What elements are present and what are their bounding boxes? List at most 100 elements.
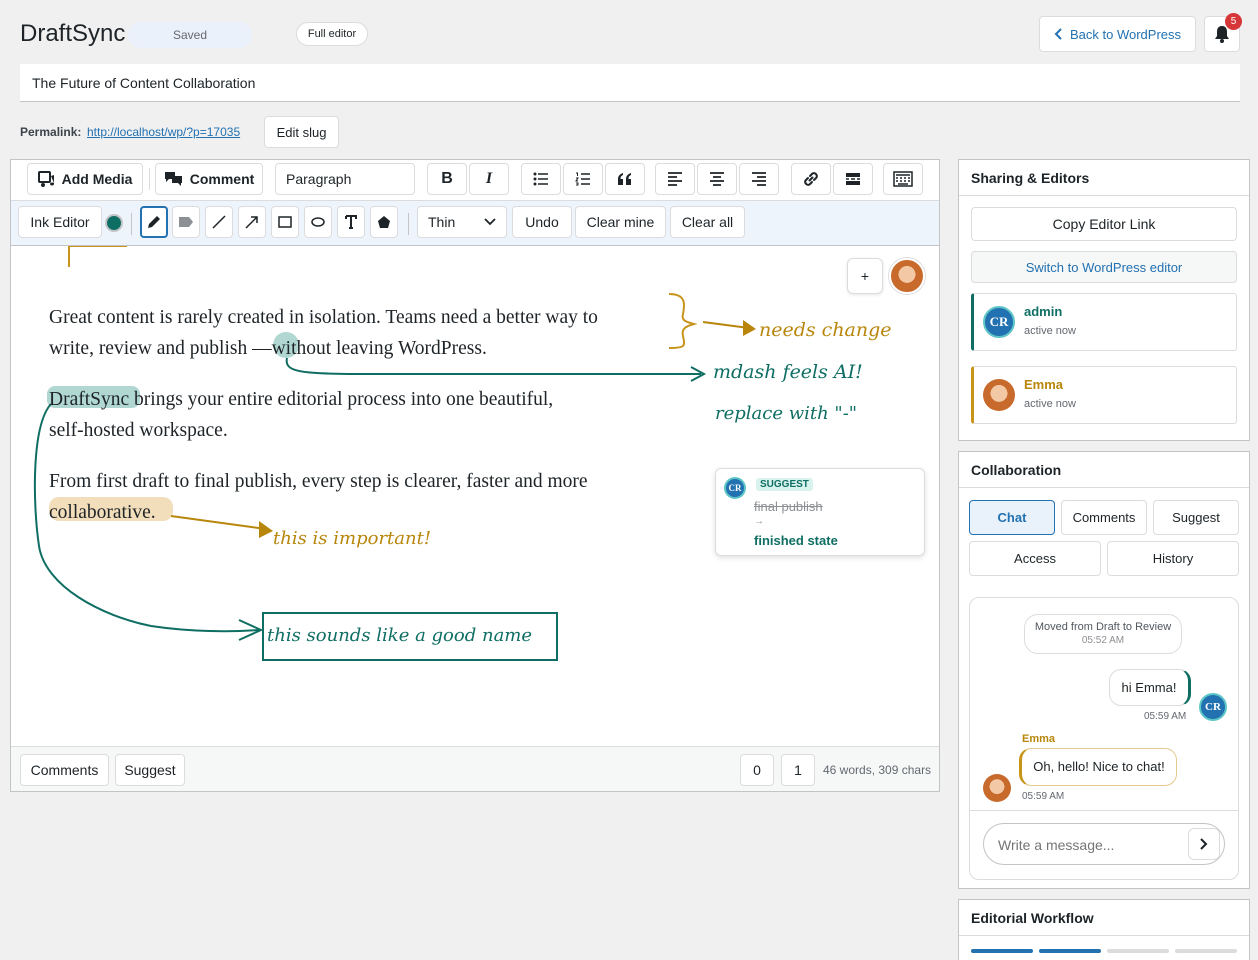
align-right-icon [751,172,767,186]
suggest-count-button[interactable]: 1 [781,754,815,786]
bold-button[interactable]: B [427,163,467,195]
switch-to-wordpress-editor-button[interactable]: Switch to WordPress editor [971,251,1237,283]
pen-tool-button[interactable] [140,206,168,238]
clear-mine-button[interactable]: Clear mine [575,206,666,238]
suggest-old-text: final publish [754,499,823,514]
workflow-step [971,949,1033,953]
workflow-panel-title: Editorial Workflow [959,900,1249,936]
word-count: 46 words, 309 chars [823,763,932,777]
post-title-input[interactable]: The Future of Content Collaboration [20,64,1240,102]
clear-all-button[interactable]: Clear all [670,206,745,238]
paragraph-3: From first draft to final publish, every… [49,466,689,528]
paragraph-1-text-a: write, review and publish [49,338,248,359]
media-icon [37,170,56,188]
add-media-label: Add Media [61,171,133,187]
system-message-text: Moved from Draft to Review [1034,621,1172,633]
paragraph-2: DraftSync brings your entire editorial p… [49,384,689,446]
notification-count-badge: 5 [1225,13,1242,30]
workflow-panel: Editorial Workflow [958,899,1250,960]
chat-box: Moved from Draft to Review 05:52 AM hi E… [969,597,1239,880]
paragraph-1-line-1: Great content is rarely created in isola… [49,307,598,328]
paragraph-3-line-1: From first draft to final publish, every… [49,471,588,492]
tab-access[interactable]: Access [969,541,1101,576]
highlighter-tool-button[interactable] [172,206,200,238]
comment-button[interactable]: Comment [155,163,263,195]
line-tool-button[interactable] [205,206,233,238]
bullet-list-button[interactable] [521,163,561,195]
comment-bubbles-icon [164,170,184,188]
ink-editor-button[interactable]: Ink Editor [18,206,102,238]
formatting-toolbar: Add Media Comment Paragraph B I [11,160,939,200]
workflow-progress [971,949,1237,953]
align-left-icon [667,172,683,186]
copy-editor-link-button[interactable]: Copy Editor Link [971,207,1237,241]
numbered-list-button[interactable] [563,163,603,195]
arrow-tool-button[interactable] [238,206,266,238]
ink-color-swatch[interactable] [105,214,123,232]
toolbar-toggle-button[interactable] [883,163,923,195]
ellipse-tool-button[interactable] [304,206,332,238]
ellipse-icon [311,217,325,227]
align-right-button[interactable] [739,163,779,195]
admin-name: admin [1024,304,1063,319]
system-message: Moved from Draft to Review 05:52 AM [1024,614,1182,654]
text-icon [345,215,357,229]
tab-history[interactable]: History [1107,541,1239,576]
edit-slug-button[interactable]: Edit slug [264,116,339,148]
chevron-right-icon [1200,838,1208,850]
add-collaborator-button[interactable]: + [847,258,883,294]
tab-comments[interactable]: Comments [1061,500,1147,535]
read-more-button[interactable] [833,163,873,195]
my-avatar: CR [1199,693,1227,721]
suggest-badge: SUGGEST [756,478,813,491]
annotation-important: this is important! [273,528,432,549]
paragraph-3-line-2: collaborative. [49,502,156,523]
chat-divider [970,810,1238,811]
editor-content[interactable]: Great content is rarely created in isola… [11,246,939,746]
suggest-card[interactable]: CR SUGGEST final publish → finished stat… [715,468,925,556]
undo-button[interactable]: Undo [512,206,572,238]
suggest-arrow: → [754,516,764,527]
comment-count-button[interactable]: 0 [740,754,774,786]
tab-suggest[interactable]: Suggest [1153,500,1239,535]
text-tool-button[interactable] [337,206,365,238]
emma-avatar[interactable] [889,258,925,294]
italic-button[interactable]: I [469,163,509,195]
highlighter-icon [178,216,194,228]
ink-divider [408,213,409,235]
chat-message-input[interactable] [998,834,1178,856]
stroke-width-select[interactable]: Thin [417,206,507,238]
editor-panel: Add Media Comment Paragraph B I Ink Edit… [10,159,940,792]
align-left-button[interactable] [655,163,695,195]
eraser-tool-button[interactable] [370,206,398,238]
block-format-select[interactable]: Paragraph [275,163,415,195]
back-to-wordpress-button[interactable]: Back to WordPress [1039,16,1196,52]
paragraph-2-line-2: self-hosted workspace. [49,420,228,441]
workflow-step [1175,949,1237,953]
emma-status: active now [1024,398,1076,410]
eraser-icon [377,215,391,229]
annotation-mdash: mdash feels AI! [713,361,863,383]
suggest-card-avatar: CR [724,477,746,499]
send-message-button[interactable] [1188,828,1220,860]
footer-suggest-button[interactable]: Suggest [115,754,185,786]
mdash-text: — [252,338,272,359]
ink-toolbar: Ink Editor Thin Undo Clear mine Clear al… [11,200,939,246]
blockquote-button[interactable] [605,163,645,195]
ink-arrow-needs-change [702,321,750,329]
paragraph-1-text-b: without leaving WordPress. [271,338,487,359]
annotation-needs-change: needs change [759,319,892,341]
add-media-button[interactable]: Add Media [27,163,143,195]
full-editor-button[interactable]: Full editor [296,22,368,46]
sharing-panel-title: Sharing & Editors [959,160,1249,196]
permalink-link[interactable]: http://localhost/wp/?p=17035 [87,125,240,139]
insert-link-button[interactable] [791,163,831,195]
comment-label: Comment [189,171,255,187]
back-label: Back to WordPress [1069,26,1182,42]
footer-comments-button[interactable]: Comments [20,754,109,786]
rectangle-tool-button[interactable] [271,206,299,238]
align-center-button[interactable] [697,163,737,195]
my-message-bubble: hi Emma! [1109,669,1191,706]
paragraph-1: Great content is rarely created in isola… [49,302,689,364]
tab-chat[interactable]: Chat [969,500,1055,535]
